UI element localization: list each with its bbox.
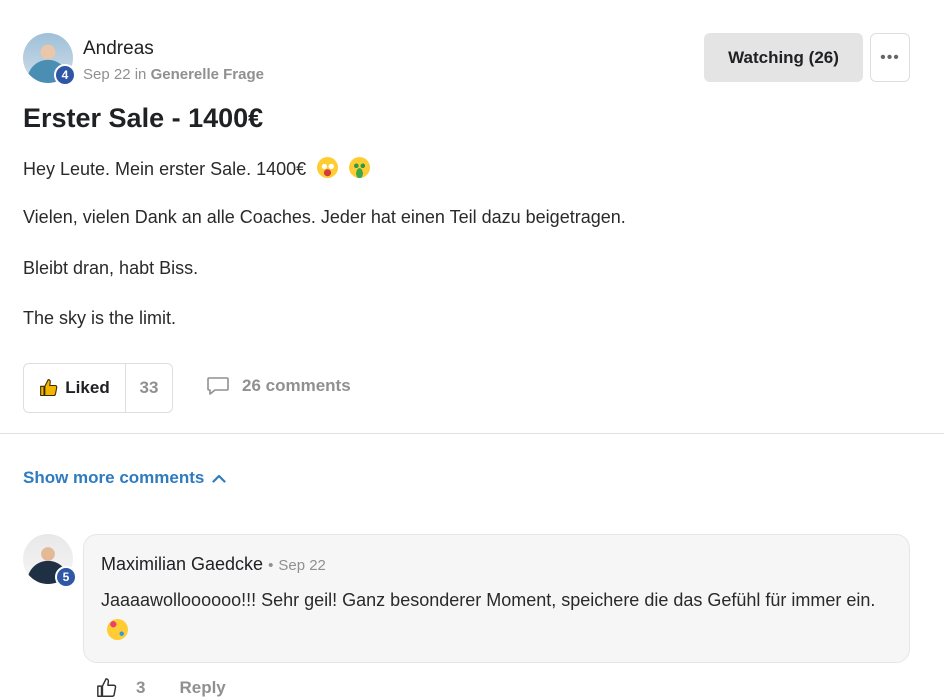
comment-like-icon[interactable] xyxy=(96,677,118,699)
crazy-face-emoji-icon xyxy=(317,157,339,178)
money-mouth-face-emoji-icon xyxy=(349,157,371,178)
comment-bubble: Maximilian Gaedcke • Sep 22 Jaaaawollooo… xyxy=(83,534,910,663)
post-date: Sep 22 xyxy=(83,66,131,83)
post-paragraph-4: The sky is the limit. xyxy=(23,308,177,328)
post-paragraph-1: Hey Leute. Mein erster Sale. 1400€ xyxy=(23,157,371,180)
post-paragraph-3: Bleibt dran, habt Biss. xyxy=(23,258,199,278)
section-divider xyxy=(0,433,944,434)
post-paragraph-1-text: Hey Leute. Mein erster Sale. 1400€ xyxy=(23,159,307,179)
like-control: Liked 33 xyxy=(23,363,173,413)
post-paragraph-2: Vielen, vielen Dank an alle Coaches. Jed… xyxy=(23,207,626,227)
liked-label: Liked xyxy=(65,378,110,397)
author-level-badge: 4 xyxy=(54,64,76,86)
party-face-emoji-icon xyxy=(107,619,128,640)
more-options-button[interactable]: ••• xyxy=(870,33,910,82)
comment-separator: • xyxy=(268,557,274,574)
comment-date: Sep 22 xyxy=(278,557,326,574)
post-author-name[interactable]: Andreas xyxy=(83,38,154,60)
post-title: Erster Sale - 1400€ xyxy=(23,103,264,133)
show-more-comments-button[interactable]: Show more comments xyxy=(23,468,226,488)
watching-button[interactable]: Watching (26) xyxy=(704,33,863,82)
like-button[interactable]: Liked xyxy=(24,364,126,412)
comment-actions: 3 Reply xyxy=(96,677,226,699)
post-category-link[interactable]: Generelle Frage xyxy=(151,66,264,83)
comment-text: Jaaaawolloooooo!!! Sehr geil! Ganz beson… xyxy=(101,590,876,610)
show-more-comments-label: Show more comments xyxy=(23,468,205,487)
like-count[interactable]: 33 xyxy=(126,364,172,412)
speech-bubble-icon xyxy=(207,377,229,395)
comment-author-name[interactable]: Maximilian Gaedcke xyxy=(101,554,263,574)
comment-like-count[interactable]: 3 xyxy=(136,678,145,698)
post-in-word: in xyxy=(134,66,147,83)
comment-header: Maximilian Gaedcke • Sep 22 xyxy=(101,554,326,575)
thumbs-up-icon xyxy=(40,379,58,397)
commenter-level-badge: 5 xyxy=(55,566,77,588)
post-meta: Sep 22 in Generelle Frage xyxy=(83,66,264,83)
more-options-icon: ••• xyxy=(880,48,900,66)
comments-count-label: 26 comments xyxy=(242,376,351,395)
comment-reply-button[interactable]: Reply xyxy=(179,678,225,698)
comments-link[interactable]: 26 comments xyxy=(206,376,351,396)
comment-body: Jaaaawolloooooo!!! Sehr geil! Ganz beson… xyxy=(101,585,881,647)
chevron-up-icon xyxy=(212,474,226,483)
